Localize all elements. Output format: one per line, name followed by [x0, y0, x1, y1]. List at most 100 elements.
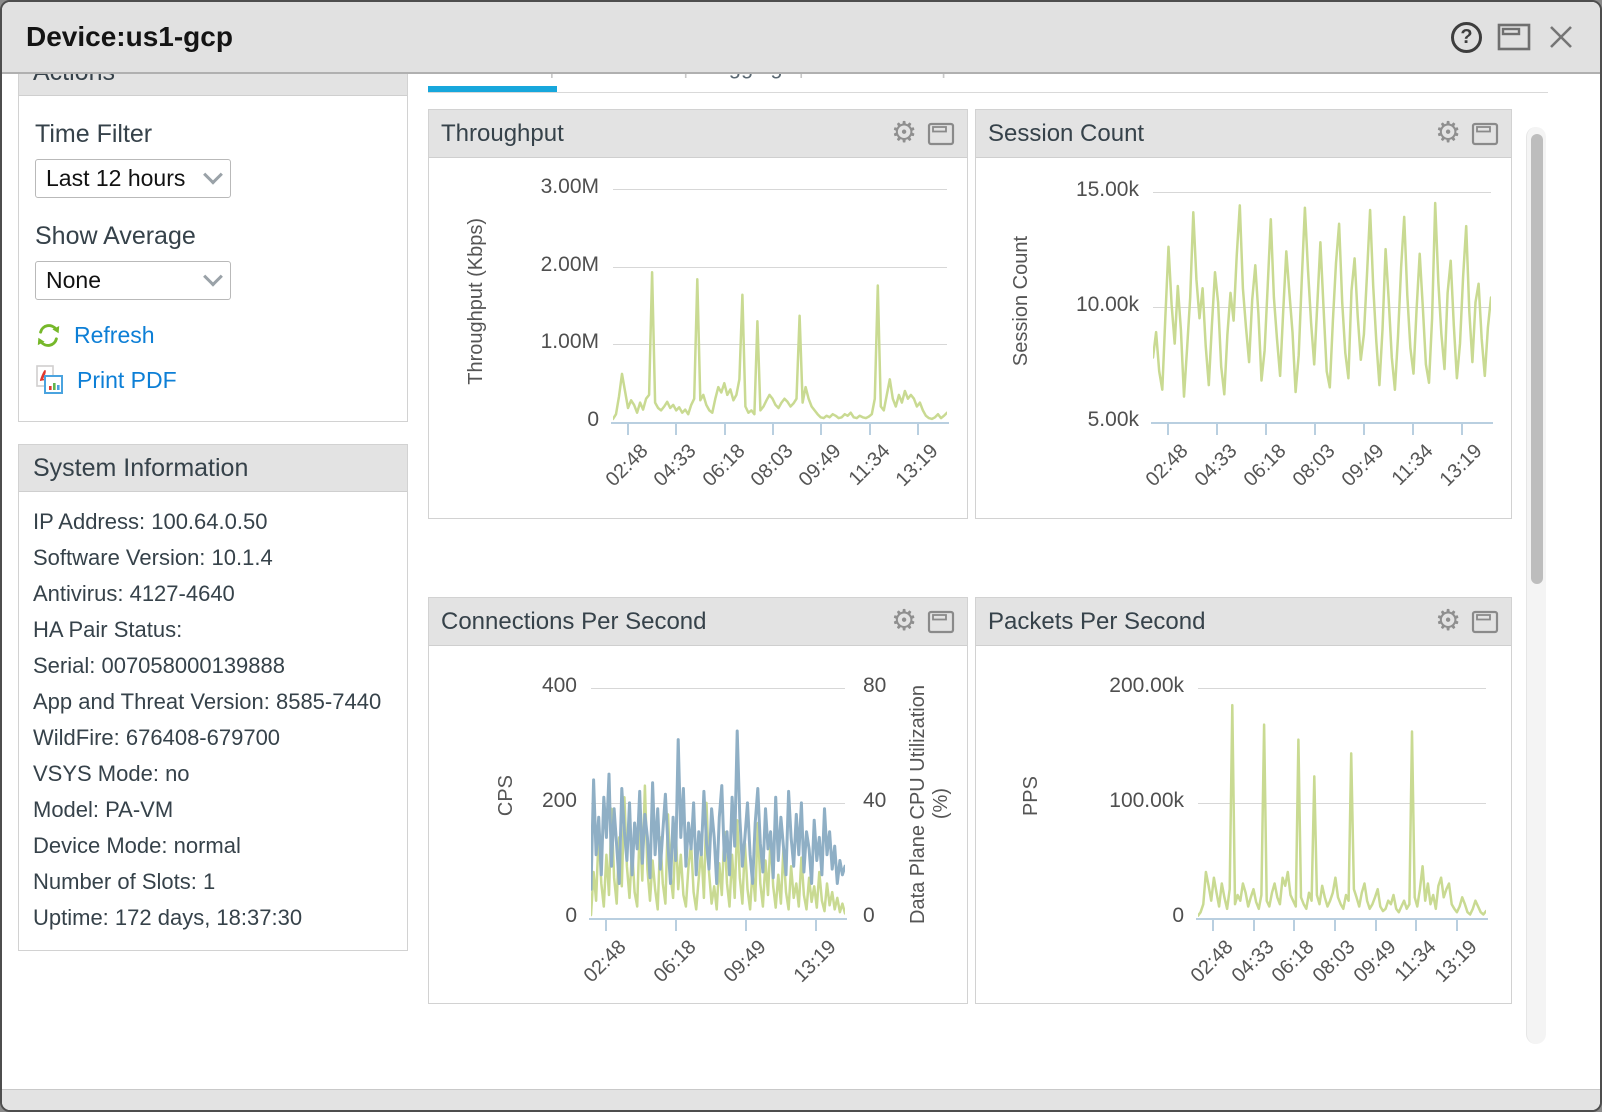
x-tick-label: 08:03 — [1289, 440, 1341, 492]
x-tick-label: 02:48 — [580, 936, 632, 988]
chart-header: Connections Per Second⚙ — [429, 598, 967, 646]
chart-title: Session Count — [988, 120, 1435, 148]
window-panel-icon[interactable] — [1471, 610, 1499, 634]
x-tick-label: 13:19 — [1431, 936, 1483, 988]
dialog-footer — [2, 1089, 1600, 1110]
x-tick-label: 04:33 — [1191, 440, 1243, 492]
chart-header-icons: ⚙ — [891, 119, 955, 148]
help-icon[interactable]: ? — [1451, 22, 1482, 53]
scrollbar-thumb[interactable] — [1531, 134, 1543, 584]
x-tick-mark — [1461, 422, 1463, 435]
x-tick-mark — [1456, 918, 1458, 931]
chart-series-plot — [1198, 674, 1486, 918]
x-tick-mark — [1415, 918, 1417, 931]
tab-firewall-cluster[interactable]: Firewall Cluster — [946, 74, 1130, 92]
x-tick-label: 02:48 — [602, 440, 654, 492]
y-tick-label: 2.00M — [489, 253, 599, 277]
tab-sessions[interactable]: Sessions — [428, 74, 549, 92]
y-tick-label: 1.00M — [489, 330, 599, 354]
x-tick-mark — [1363, 422, 1365, 435]
show-average-value: None — [46, 267, 206, 294]
x-tick-label: 08:03 — [747, 440, 799, 492]
x-axis-line — [1151, 422, 1493, 424]
refresh-icon — [35, 322, 62, 349]
refresh-link[interactable]: Refresh — [35, 322, 391, 349]
x-tick-mark — [1314, 422, 1316, 435]
settings-gear-icon[interactable]: ⚙ — [1435, 607, 1461, 636]
x-tick-label: 13:19 — [1436, 440, 1488, 492]
x-tick-label: 11:34 — [844, 440, 895, 491]
y-tick-label: 400 — [467, 674, 577, 698]
chart-panel-throughput: Throughput⚙Throughput (Kbps)3.00M2.00M1.… — [428, 109, 968, 519]
x-tick-label: 09:49 — [720, 936, 772, 988]
y-tick-label: 100.00k — [1074, 789, 1184, 813]
x-tick-mark — [627, 422, 629, 435]
chevron-down-icon — [203, 164, 223, 184]
x-tick-mark — [1253, 918, 1255, 931]
x-tick-mark — [675, 918, 677, 931]
chevron-down-icon — [203, 266, 223, 286]
y-tick-label: 5.00k — [1029, 408, 1139, 432]
system-info-row: Number of Slots: 1 — [33, 864, 393, 900]
vertical-scrollbar[interactable] — [1526, 127, 1546, 1044]
x-tick-mark — [724, 422, 726, 435]
settings-gear-icon[interactable]: ⚙ — [1435, 119, 1461, 148]
pdf-document-icon — [35, 365, 65, 395]
dialog-content: Actions Time Filter Last 12 hours Show A… — [2, 74, 1600, 1089]
system-info-row: WildFire: 676408-679700 — [33, 720, 393, 756]
chart-plot-area: PPS200.00k100.00k002:4804:3306:1808:0309… — [976, 646, 1511, 1003]
chart-panel-session-count: Session Count⚙Session Count15.00k10.00k5… — [975, 109, 1512, 519]
system-info-row: Antivirus: 4127-4640 — [33, 576, 393, 612]
show-average-label: Show Average — [35, 222, 391, 251]
print-pdf-link[interactable]: Print PDF — [35, 365, 391, 395]
system-info-row: Model: PA-VM — [33, 792, 393, 828]
tab-logging[interactable]: Logging — [688, 74, 798, 92]
y-tick-label: 200 — [467, 789, 577, 813]
x-tick-mark — [1167, 422, 1169, 435]
x-tick-mark — [1334, 918, 1336, 931]
time-filter-value: Last 12 hours — [46, 165, 206, 192]
charts-grid: Throughput⚙Throughput (Kbps)3.00M2.00M1.… — [428, 109, 1600, 1004]
window-panel-icon[interactable] — [927, 122, 955, 146]
settings-gear-icon[interactable]: ⚙ — [891, 119, 917, 148]
time-filter-label: Time Filter — [35, 120, 391, 149]
dialog-titlebar: Device:us1-gcp ? — [2, 2, 1600, 74]
x-tick-label: 06:18 — [698, 440, 750, 492]
chart-series-plot — [613, 180, 947, 422]
x-tick-mark — [772, 422, 774, 435]
x-tick-label: 09:49 — [1338, 440, 1390, 492]
system-information-panel: System Information IP Address: 100.64.0.… — [18, 444, 408, 951]
chart-panel-connections-per-second: Connections Per Second⚙CPS400200080400Da… — [428, 597, 968, 1004]
x-tick-label: 06:18 — [1240, 440, 1292, 492]
x-tick-label: 11:34 — [1388, 440, 1439, 491]
window-panel-icon[interactable] — [1471, 122, 1499, 146]
x-tick-mark — [1375, 918, 1377, 931]
x-tick-mark — [1212, 918, 1214, 931]
x-axis-line — [611, 422, 949, 424]
tab-resources[interactable]: Resources — [804, 74, 941, 92]
time-filter-select[interactable]: Last 12 hours — [35, 159, 231, 198]
system-info-row: Software Version: 10.1.4 — [33, 540, 393, 576]
print-pdf-label: Print PDF — [77, 367, 177, 394]
chart-header: Session Count⚙ — [976, 110, 1511, 158]
system-info-row: HA Pair Status: — [33, 612, 393, 648]
tab-interfaces[interactable]: Interfaces — [554, 74, 683, 92]
x-tick-label: 09:49 — [795, 440, 847, 492]
x-axis-line — [589, 918, 847, 920]
x-tick-mark — [1265, 422, 1267, 435]
system-information-body: IP Address: 100.64.0.50Software Version:… — [19, 492, 407, 950]
settings-gear-icon[interactable]: ⚙ — [891, 607, 917, 636]
x-tick-label: 13:19 — [892, 440, 944, 492]
window-panel-icon[interactable] — [927, 610, 955, 634]
close-icon[interactable] — [1546, 22, 1576, 52]
window-restore-icon[interactable] — [1496, 22, 1532, 52]
y-tick-label: 0 — [1074, 904, 1184, 928]
titlebar-icons: ? — [1451, 22, 1576, 53]
refresh-label: Refresh — [74, 322, 155, 349]
main-area: Sessions|Interfaces|Logging|Resources|Fi… — [428, 74, 1600, 1089]
y-tick-label: 15.00k — [1029, 178, 1139, 202]
sidebar: Actions Time Filter Last 12 hours Show A… — [18, 74, 408, 1089]
show-average-select[interactable]: None — [35, 261, 231, 300]
chart-title: Connections Per Second — [441, 608, 891, 636]
actions-panel: Actions Time Filter Last 12 hours Show A… — [18, 74, 408, 422]
